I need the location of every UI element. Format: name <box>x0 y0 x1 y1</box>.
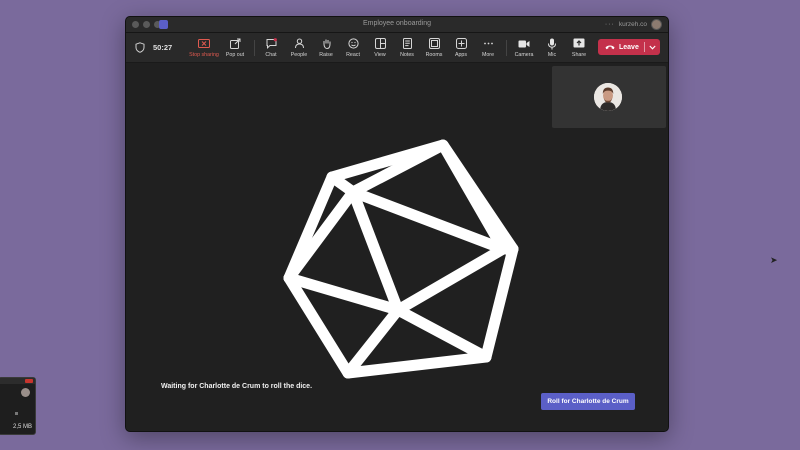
chat-icon <box>265 37 278 50</box>
d20-dice-icon <box>283 139 519 379</box>
thumbnail-leave-marker <box>25 379 33 383</box>
mic-label: Mic <box>547 52 557 58</box>
raise-hand-button[interactable]: Raise <box>311 37 341 59</box>
share-icon <box>573 37 586 50</box>
mic-icon <box>546 37 559 50</box>
view-label: View <box>374 52 386 58</box>
pop-out-icon <box>229 37 242 50</box>
view-icon <box>374 37 387 50</box>
toolbar-divider <box>506 40 507 56</box>
apps-button[interactable]: Apps <box>446 37 476 59</box>
shield-icon <box>135 42 145 53</box>
people-label: People <box>290 52 308 58</box>
hang-up-icon <box>605 45 615 50</box>
self-video-tile[interactable] <box>552 66 666 128</box>
mic-button[interactable]: Mic <box>537 37 567 59</box>
stop-sharing-icon <box>198 37 211 50</box>
window-title: Employee onboarding <box>362 20 432 27</box>
pop-out-label: Pop out <box>225 52 245 58</box>
more-button[interactable]: More <box>473 37 503 59</box>
react-label: React <box>346 52 360 58</box>
waiting-status-text: Waiting for Charlotte de Crum to roll th… <box>161 383 313 390</box>
view-button[interactable]: View <box>365 37 395 59</box>
toolbar-divider <box>254 40 255 56</box>
thumbnail-dot <box>15 412 18 415</box>
raise-hand-icon <box>320 37 333 50</box>
people-icon <box>293 37 306 50</box>
thumbnail-avatar <box>21 388 30 397</box>
more-options-icon[interactable]: ··· <box>605 21 615 28</box>
share-button[interactable]: Share <box>564 37 594 59</box>
shared-content-stage: Waiting for Charlotte de Crum to roll th… <box>126 64 668 431</box>
notes-label: Notes <box>400 52 414 58</box>
notes-icon <box>401 37 414 50</box>
chevron-down-icon <box>649 45 656 50</box>
leave-button-group: Leave <box>598 39 660 55</box>
camera-button[interactable]: Camera <box>509 37 539 59</box>
leave-label: Leave <box>619 43 639 51</box>
titlebar-account: ··· kurzeh.co <box>605 19 662 30</box>
apps-label: Apps <box>454 52 468 58</box>
thumbnail-file-size: 2,5 MB <box>13 424 33 430</box>
mouse-cursor-icon: ➤ <box>770 255 778 265</box>
more-label: More <box>481 52 495 58</box>
account-avatar[interactable] <box>651 19 662 30</box>
meeting-window: Employee onboarding ··· kurzeh.co 50:27 … <box>125 16 669 432</box>
apps-icon <box>455 37 468 50</box>
title-bar: Employee onboarding ··· kurzeh.co <box>126 17 668 33</box>
stop-sharing-button[interactable]: Stop sharing <box>189 37 219 59</box>
leave-options-button[interactable] <box>645 39 660 55</box>
pop-out-button[interactable]: Pop out <box>220 37 250 59</box>
share-label: Share <box>571 52 587 58</box>
org-label: kurzeh.co <box>618 21 647 28</box>
meeting-toolbar: 50:27 Stop sharing Pop out Chat People R… <box>126 33 668 63</box>
react-icon <box>347 37 360 50</box>
rooms-label: Rooms <box>425 52 443 58</box>
people-button[interactable]: People <box>284 37 314 59</box>
camera-label: Camera <box>514 52 534 58</box>
raise-hand-label: Raise <box>319 52 333 58</box>
stop-sharing-label: Stop sharing <box>189 52 219 58</box>
leave-button[interactable]: Leave <box>598 39 644 55</box>
camera-icon <box>518 37 531 50</box>
chat-label: Chat <box>265 52 277 58</box>
participant-avatar <box>594 83 622 111</box>
react-button[interactable]: React <box>338 37 368 59</box>
more-icon <box>482 37 495 50</box>
roll-dice-button[interactable]: Roll for Charlotte de Crum <box>541 393 635 410</box>
meeting-timer: 50:27 <box>153 43 173 52</box>
chat-button[interactable]: Chat <box>256 37 286 59</box>
rooms-button[interactable]: Rooms <box>419 37 449 59</box>
notes-button[interactable]: Notes <box>392 37 422 59</box>
rooms-icon <box>428 37 441 50</box>
